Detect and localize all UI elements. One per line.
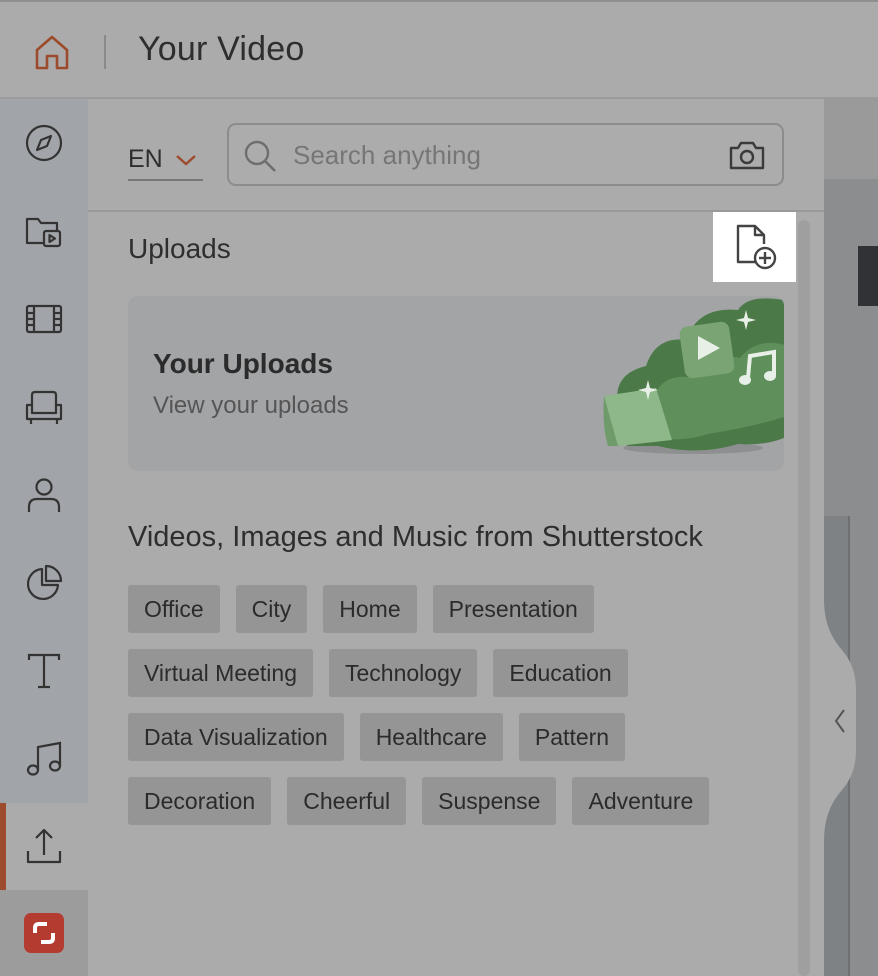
rail-item-scenes[interactable] [0, 363, 88, 451]
tag-home[interactable]: Home [323, 585, 417, 633]
chevron-down-icon [175, 155, 196, 166]
rail-item-explore[interactable] [0, 99, 88, 187]
shutterstock-logo[interactable] [0, 890, 88, 976]
tag-row: Virtual Meeting Technology Education [128, 649, 808, 697]
rail-item-music[interactable] [0, 715, 88, 803]
search-bar [227, 123, 784, 186]
tag-decoration[interactable]: Decoration [128, 777, 272, 825]
panel-scrollbar[interactable] [798, 220, 810, 976]
tag-pattern[interactable]: Pattern [518, 713, 626, 761]
home-icon [35, 35, 69, 70]
canvas-top-area [824, 99, 878, 179]
folder-video-icon [25, 217, 62, 248]
tag-row: Data Visualization Healthcare Pattern [128, 713, 808, 761]
page-title: Your Video [138, 30, 305, 68]
left-toolbar [0, 99, 88, 976]
rail-item-text[interactable] [0, 627, 88, 715]
add-upload-button[interactable] [713, 212, 796, 282]
tag-city[interactable]: City [235, 585, 308, 633]
tag-suspense[interactable]: Suspense [422, 777, 557, 825]
film-icon [25, 304, 63, 334]
rail-item-charts[interactable] [0, 539, 88, 627]
camera-icon[interactable] [728, 139, 766, 171]
tag-office[interactable]: Office [128, 585, 220, 633]
rail-item-characters[interactable] [0, 451, 88, 539]
pie-chart-icon [26, 564, 63, 601]
tag-list: Office City Home Presentation Virtual Me… [128, 585, 808, 841]
rail-item-videos[interactable] [0, 275, 88, 363]
music-note-icon [26, 741, 62, 776]
search-icon [244, 140, 276, 172]
uploads-panel: EN Uploads Your Uploads View your upload… [88, 99, 824, 976]
search-input[interactable] [293, 137, 713, 173]
tag-adventure[interactable]: Adventure [572, 777, 710, 825]
compass-icon [25, 124, 63, 162]
rail-item-my-media[interactable] [0, 187, 88, 275]
tag-row: Office City Home Presentation [128, 585, 808, 633]
collapse-panel-tab[interactable] [814, 600, 858, 840]
home-button[interactable] [28, 30, 76, 74]
shutterstock-logo-icon [24, 913, 64, 953]
tag-presentation[interactable]: Presentation [432, 585, 594, 633]
language-selector[interactable]: EN [128, 139, 203, 181]
tag-row: Decoration Cheerful Suspense Adventure [128, 777, 808, 825]
tag-education[interactable]: Education [493, 649, 628, 697]
header-divider [104, 35, 106, 69]
media-cloud-illustration [603, 298, 784, 454]
card-subtitle: View your uploads [153, 392, 349, 419]
uploads-heading: Uploads [128, 233, 231, 264]
person-icon [27, 478, 61, 512]
armchair-icon [25, 390, 63, 424]
your-uploads-card[interactable]: Your Uploads View your uploads [128, 296, 784, 471]
tag-technology[interactable]: Technology [329, 649, 478, 697]
text-icon [27, 653, 61, 689]
card-title: Your Uploads [153, 348, 333, 379]
tag-cheerful[interactable]: Cheerful [287, 777, 407, 825]
canvas-dark-shape [858, 246, 878, 306]
shutterstock-section-heading: Videos, Images and Music from Shuttersto… [128, 521, 703, 553]
rail-item-uploads[interactable] [0, 803, 88, 891]
language-label: EN [128, 144, 163, 173]
top-header: Your Video [0, 0, 878, 98]
tag-virtual-meeting[interactable]: Virtual Meeting [128, 649, 313, 697]
tag-healthcare[interactable]: Healthcare [359, 713, 503, 761]
file-add-icon [736, 224, 776, 270]
tag-data-visualization[interactable]: Data Visualization [128, 713, 344, 761]
upload-icon [26, 828, 62, 864]
